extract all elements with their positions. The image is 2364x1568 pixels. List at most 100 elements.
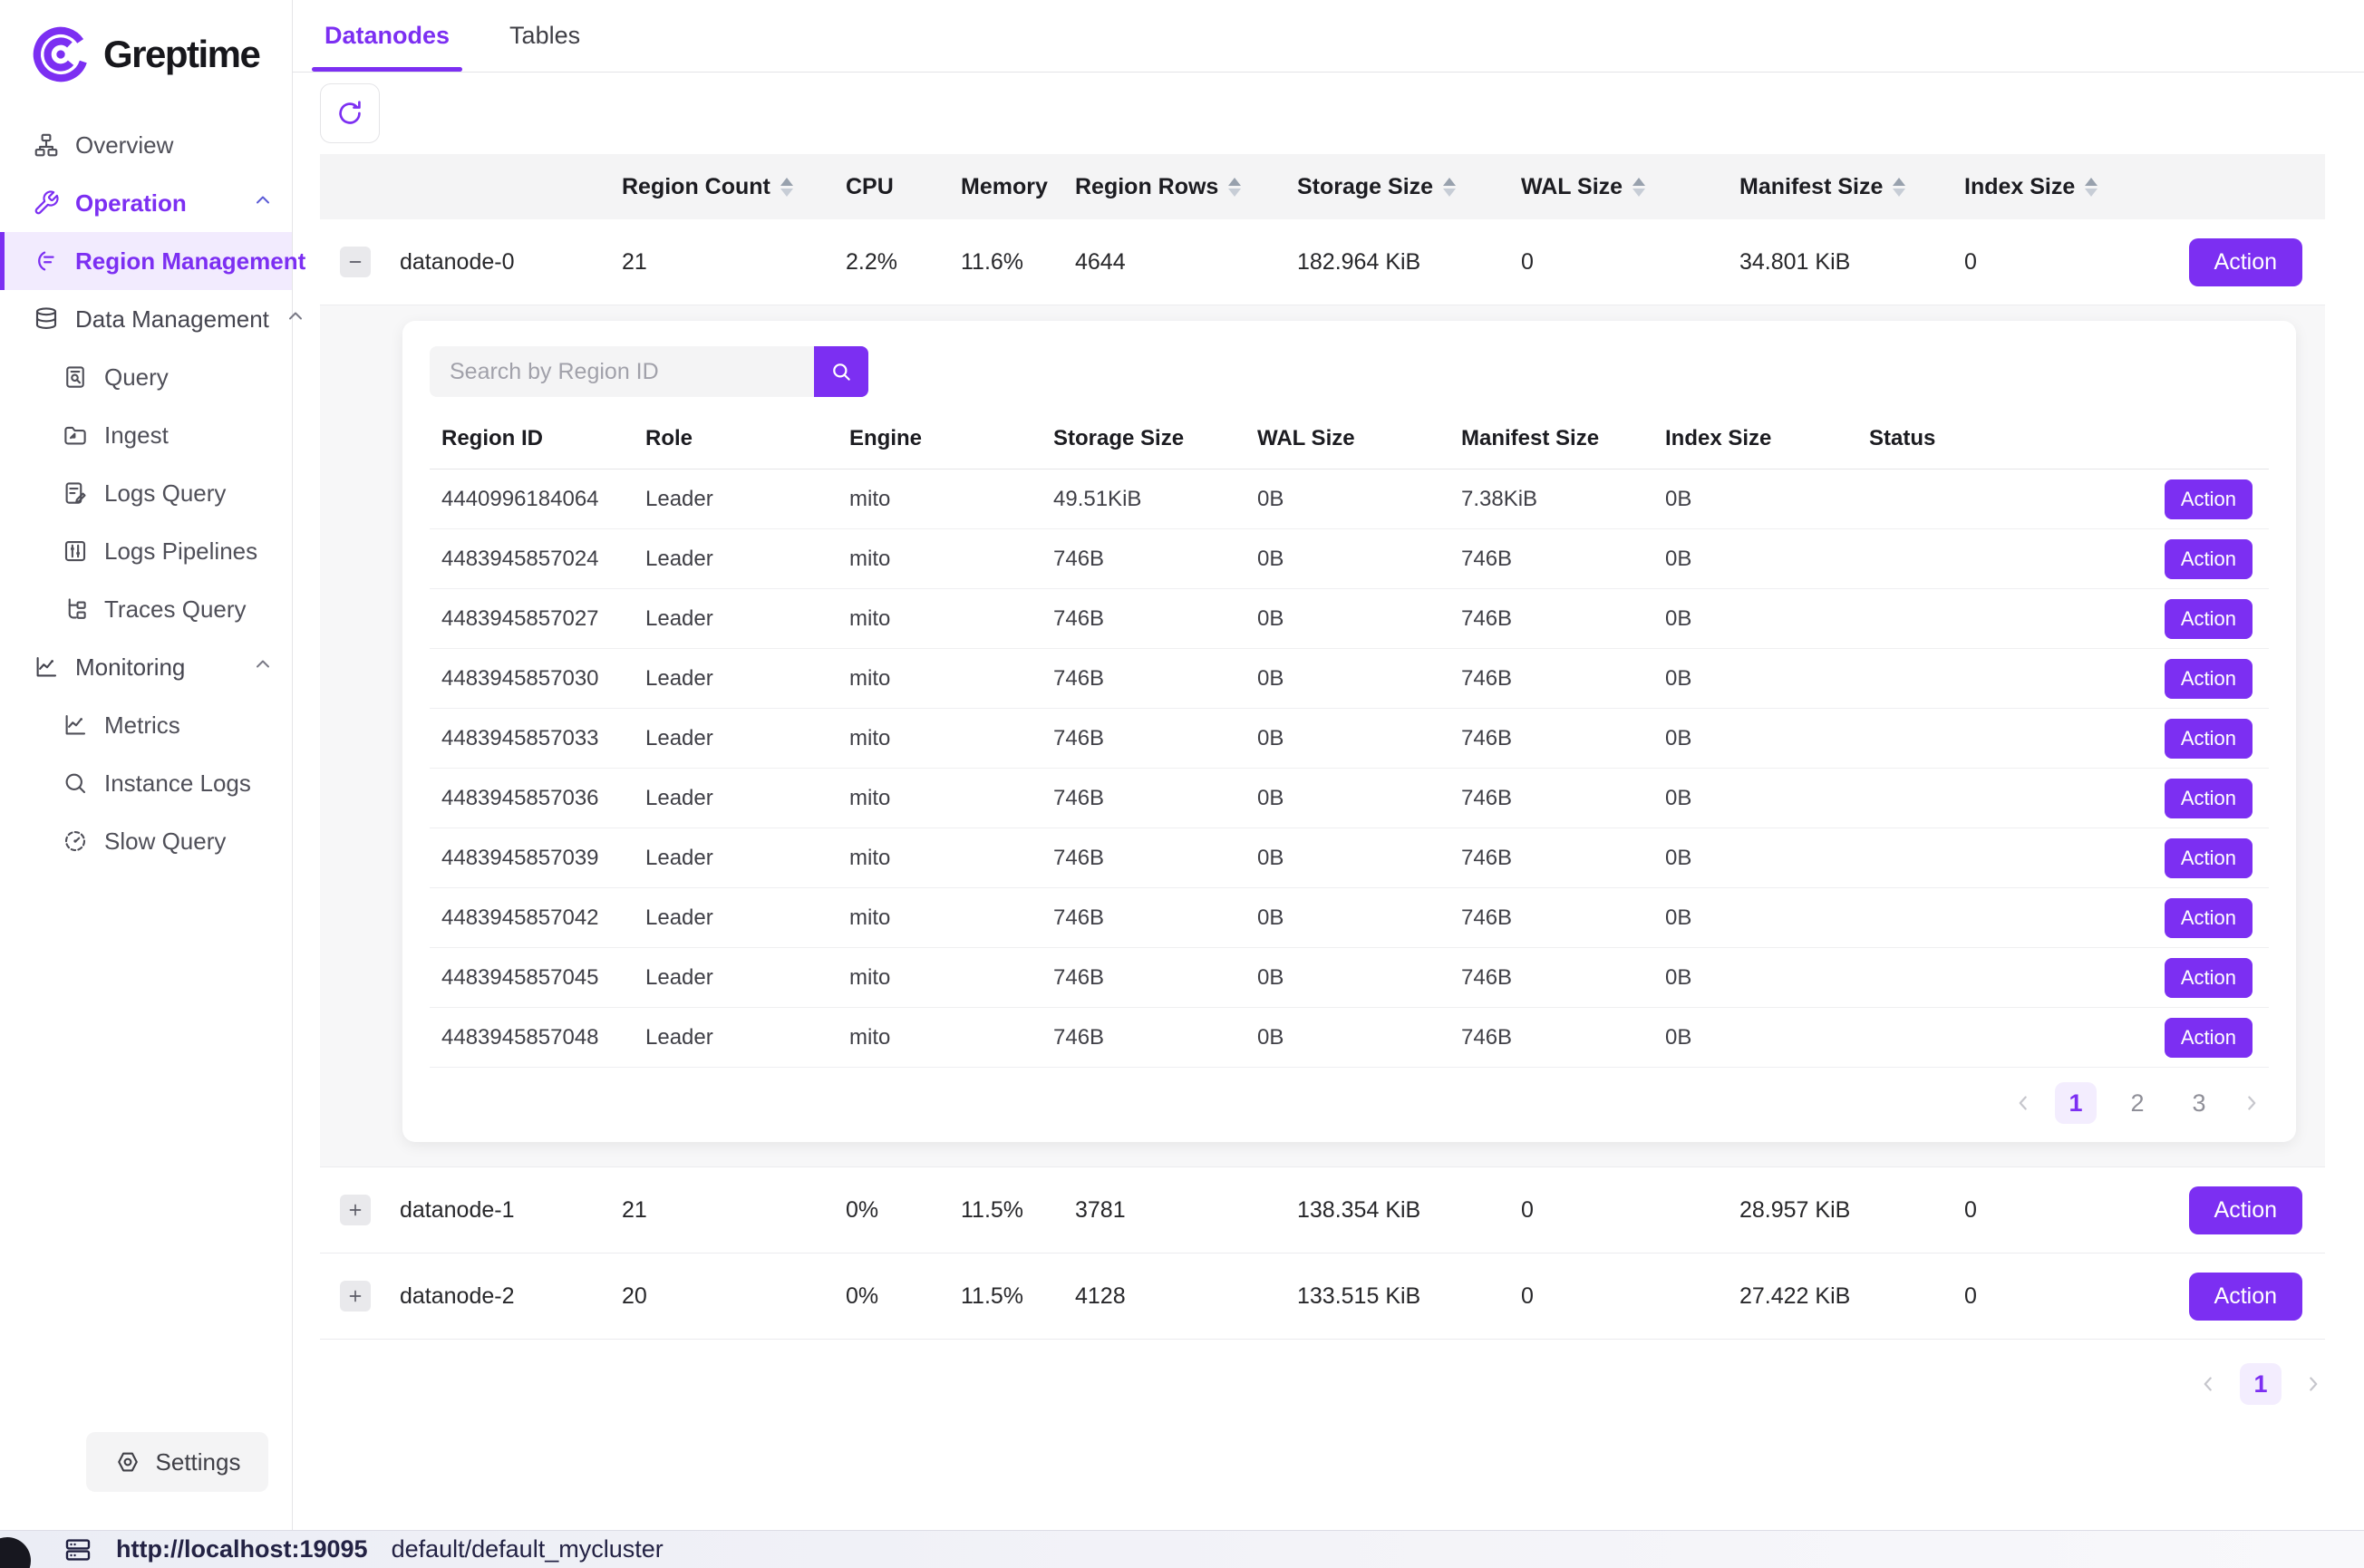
content-area: Region Count CPU Memory Region Rows Stor…	[293, 73, 2364, 1405]
collapse-row-button[interactable]	[340, 247, 371, 277]
region-action-button[interactable]: Action	[2165, 479, 2253, 519]
region-search-input[interactable]	[430, 346, 814, 397]
sidebar-item-slow-query[interactable]: Slow Query	[0, 812, 292, 870]
brand-logo: Greptime	[0, 0, 292, 91]
cell-region-id: 4483945857042	[430, 905, 634, 931]
page-button-1[interactable]: 1	[2055, 1082, 2097, 1124]
prev-page-icon[interactable]	[2011, 1091, 2035, 1115]
cell-wal-size: 0B	[1245, 965, 1449, 991]
region-action-button[interactable]: Action	[2165, 539, 2253, 579]
cell-manifest-size: 7.38KiB	[1449, 487, 1653, 512]
cell-memory: 11.6%	[961, 249, 1075, 276]
cell-manifest-size: 746B	[1449, 606, 1653, 632]
sidebar-item-logs-query[interactable]: Logs Query	[0, 464, 292, 522]
sort-control[interactable]	[2085, 178, 2098, 197]
column-header-cpu: CPU	[846, 174, 894, 200]
sidebar-item-logs-pipelines[interactable]: Logs Pipelines	[0, 522, 292, 580]
region-action-button[interactable]: Action	[2165, 838, 2253, 878]
cell-region-id: 4483945857024	[430, 547, 634, 572]
cell-wal-size: 0B	[1245, 846, 1449, 871]
greptime-logo-icon	[31, 24, 91, 84]
cell-index-size: 0B	[1653, 846, 1857, 871]
region-action-button[interactable]: Action	[2165, 1018, 2253, 1058]
sidebar-item-overview[interactable]: Overview	[0, 116, 292, 174]
tab-datanodes[interactable]: Datanodes	[321, 0, 453, 72]
sidebar-item-instance-logs[interactable]: Instance Logs	[0, 754, 292, 812]
cell-cpu: 0%	[846, 1197, 961, 1224]
chevron-up-icon[interactable]	[252, 653, 274, 682]
next-page-icon[interactable]	[2240, 1091, 2263, 1115]
magnifier-icon	[62, 769, 89, 797]
tab-tables[interactable]: Tables	[506, 0, 584, 72]
sidebar-section-monitoring[interactable]: Monitoring	[0, 638, 292, 696]
cluster-selector[interactable]: default/default_mycluster	[392, 1535, 664, 1563]
column-header-wal-size: WAL Size	[1245, 426, 1449, 451]
cell-index-size: 0B	[1653, 547, 1857, 572]
region-row: 4483945857048 Leader mito 746B 0B 746B 0…	[430, 1008, 2269, 1068]
sort-control[interactable]	[1893, 178, 1905, 197]
page-button-2[interactable]: 2	[2117, 1082, 2158, 1124]
table-row-datanode-1: datanode-1 21 0% 11.5% 3781 138.354 KiB …	[320, 1167, 2325, 1253]
sort-control[interactable]	[1443, 178, 1456, 197]
action-button[interactable]: Action	[2189, 238, 2302, 286]
sort-control[interactable]	[1228, 178, 1241, 197]
cell-region-count: 21	[622, 249, 846, 276]
region-row: 4483945857030 Leader mito 746B 0B 746B 0…	[430, 649, 2269, 709]
region-action-button[interactable]: Action	[2165, 779, 2253, 818]
sidebar-item-metrics[interactable]: Metrics	[0, 696, 292, 754]
cell-role: Leader	[634, 786, 838, 811]
action-button[interactable]: Action	[2189, 1186, 2302, 1234]
page-button-1[interactable]: 1	[2240, 1363, 2282, 1405]
prev-page-icon[interactable]	[2196, 1372, 2220, 1396]
cell-region-id: 4483945857027	[430, 606, 634, 632]
cell-role: Leader	[634, 487, 838, 512]
region-action-button[interactable]: Action	[2165, 659, 2253, 699]
sidebar-section-data-management[interactable]: Data Management	[0, 290, 292, 348]
region-action-button[interactable]: Action	[2165, 599, 2253, 639]
sidebar-section-operation[interactable]: Operation	[0, 174, 292, 232]
server-url[interactable]: http://localhost:19095	[116, 1535, 368, 1563]
cell-manifest-size: 746B	[1449, 786, 1653, 811]
cell-wal-size: 0B	[1245, 905, 1449, 931]
region-row: 4483945857045 Leader mito 746B 0B 746B 0…	[430, 948, 2269, 1008]
cell-storage-size: 746B	[1042, 786, 1245, 811]
action-button[interactable]: Action	[2189, 1273, 2302, 1321]
sidebar-item-region-management[interactable]: Region Management	[0, 232, 292, 290]
region-search-button[interactable]	[814, 346, 868, 397]
sidebar-item-label: Ingest	[104, 421, 169, 450]
sort-control[interactable]	[780, 178, 793, 197]
wrench-icon	[33, 189, 60, 217]
expand-row-button[interactable]	[340, 1281, 371, 1312]
cell-region-id: 4483945857039	[430, 846, 634, 871]
refresh-button[interactable]	[320, 83, 380, 143]
chevron-up-icon[interactable]	[252, 189, 274, 218]
column-header-index-size: Index Size	[1964, 174, 2075, 200]
expand-row-button[interactable]	[340, 1195, 371, 1225]
next-page-icon[interactable]	[2301, 1372, 2325, 1396]
sidebar-item-label: Instance Logs	[104, 769, 251, 798]
column-header-region-count: Region Count	[622, 174, 770, 200]
cell-storage-size: 746B	[1042, 606, 1245, 632]
cell-wal-size: 0B	[1245, 547, 1449, 572]
cell-region-id: 4483945857045	[430, 965, 634, 991]
column-header-wal-size: WAL Size	[1521, 174, 1623, 200]
datanodes-table-header: Region Count CPU Memory Region Rows Stor…	[320, 154, 2325, 219]
sidebar-item-label: Data Management	[75, 305, 269, 334]
page-button-3[interactable]: 3	[2178, 1082, 2220, 1124]
column-header-region-rows: Region Rows	[1075, 174, 1218, 200]
sidebar-item-ingest[interactable]: Ingest	[0, 406, 292, 464]
cell-engine: mito	[838, 726, 1042, 751]
sidebar-item-traces-query[interactable]: Traces Query	[0, 580, 292, 638]
tab-bar: Datanodes Tables	[293, 0, 2364, 73]
settings-button[interactable]: Settings	[86, 1432, 268, 1492]
gauge-icon	[62, 828, 89, 855]
region-action-button[interactable]: Action	[2165, 719, 2253, 759]
sidebar-item-query[interactable]: Query	[0, 348, 292, 406]
table-row-datanode-0: datanode-0 21 2.2% 11.6% 4644 182.964 Ki…	[320, 219, 2325, 305]
region-action-button[interactable]: Action	[2165, 898, 2253, 938]
cell-manifest-size: 27.422 KiB	[1739, 1283, 1964, 1310]
region-action-button[interactable]: Action	[2165, 958, 2253, 998]
sort-control[interactable]	[1633, 178, 1645, 197]
cell-cpu: 2.2%	[846, 249, 961, 276]
region-row: 4483945857042 Leader mito 746B 0B 746B 0…	[430, 888, 2269, 948]
